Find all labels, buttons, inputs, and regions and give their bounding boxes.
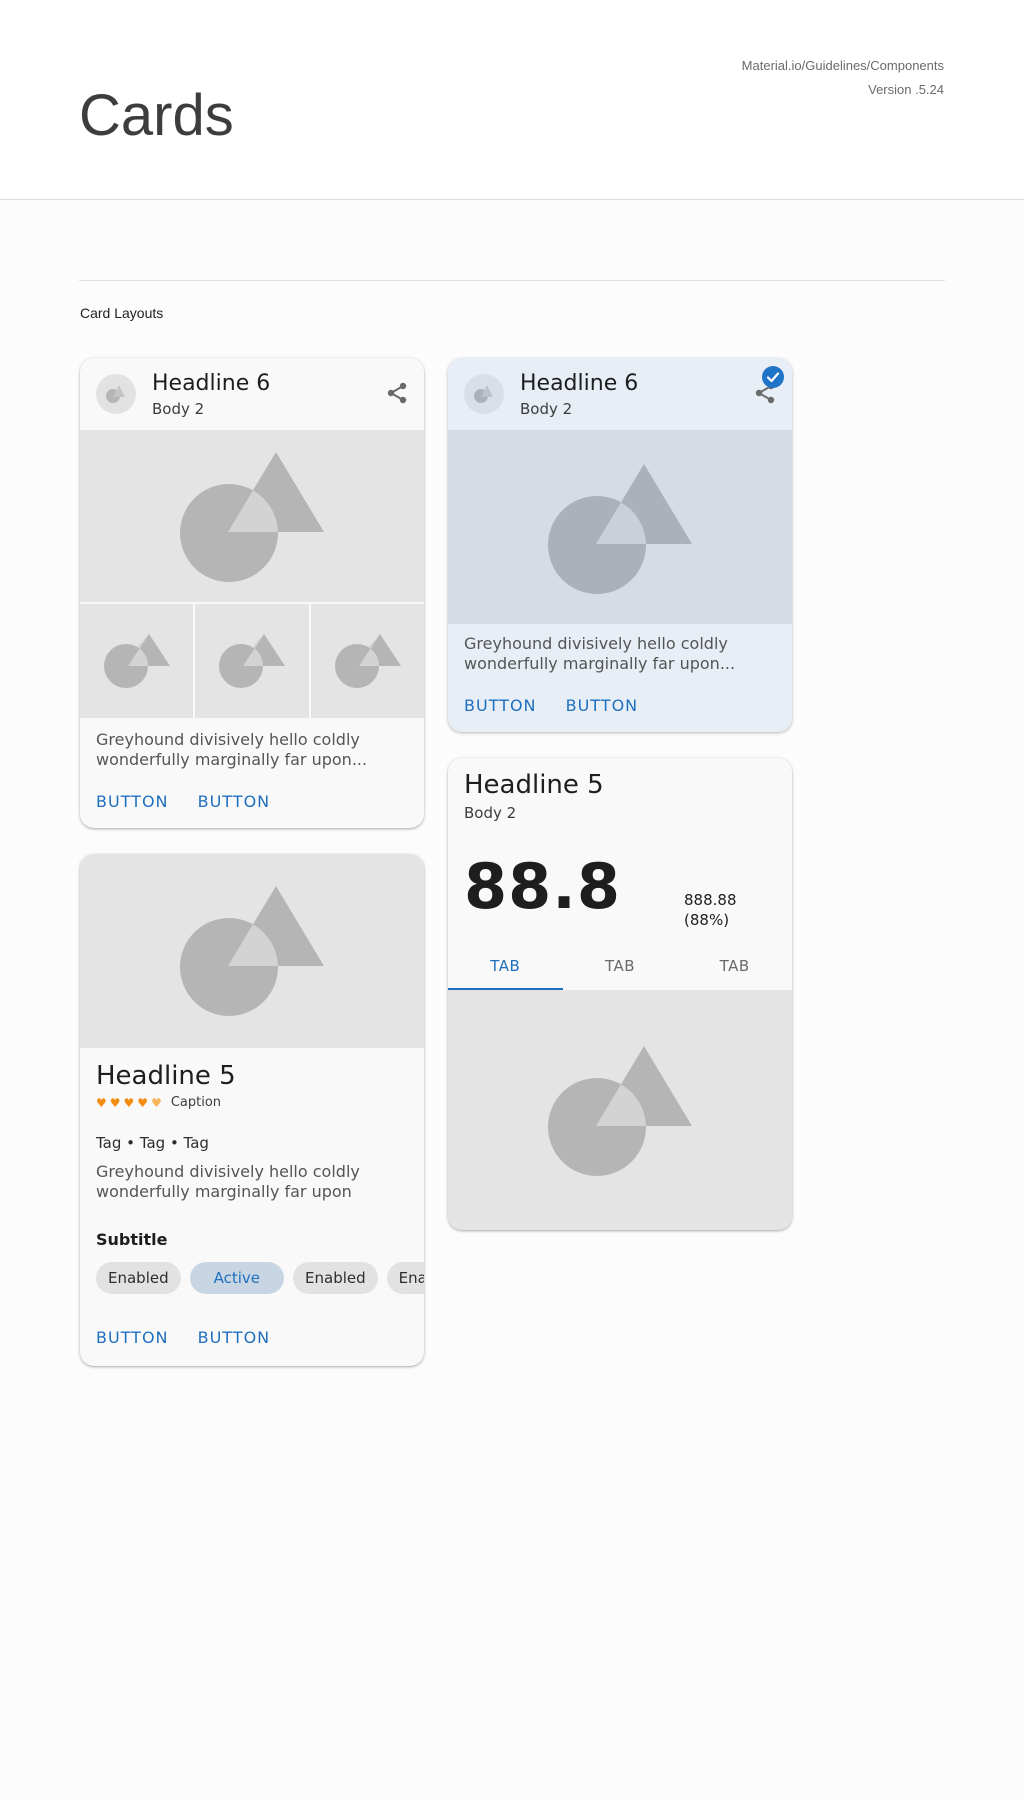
card-title: Headline 5	[96, 1061, 236, 1091]
shapes-placeholder-icon	[180, 886, 324, 1016]
card-subtitle: Body 2	[464, 804, 517, 822]
chip-enabled[interactable]: Enabled	[96, 1262, 181, 1294]
tab-1[interactable]: TAB	[448, 944, 563, 990]
card-actions: BUTTON BUTTON	[464, 696, 662, 715]
section-divider	[79, 280, 945, 281]
heart-icon: ♥	[96, 1095, 107, 1110]
card-title: Headline 6	[520, 371, 639, 396]
tag-list: Tag • Tag • Tag	[96, 1134, 209, 1152]
share-icon[interactable]	[384, 380, 410, 406]
card-media	[80, 430, 424, 602]
rating-caption: Caption	[170, 1095, 222, 1110]
version-label: Version .5.24	[868, 82, 944, 97]
card-action-button[interactable]: BUTTON	[198, 792, 271, 811]
gallery-card[interactable]: Headline 6 Body 2 Greyhound divisively h…	[80, 358, 424, 828]
card-subtitle: Body 2	[520, 400, 573, 418]
card-actions: BUTTON BUTTON	[96, 1328, 294, 1347]
card-header: Headline 6 Body 2	[448, 358, 792, 430]
card-action-button[interactable]: BUTTON	[198, 1328, 271, 1347]
breadcrumb[interactable]: Material.io/Guidelines/Components	[742, 54, 944, 78]
heart-icon: ♥	[109, 1095, 121, 1110]
chip-active[interactable]: Active	[189, 1262, 285, 1294]
card-media	[448, 430, 792, 624]
card-header: Headline 6 Body 2	[80, 358, 424, 430]
selected-card[interactable]: Headline 6 Body 2 Greyhound divisively h…	[448, 358, 792, 732]
tab-2[interactable]: TAB	[563, 944, 678, 990]
shapes-placeholder-icon	[219, 634, 286, 688]
page-header: Cards Material.io/Guidelines/Components …	[0, 0, 1024, 200]
heart-icon: ♥	[123, 1095, 135, 1110]
shapes-placeholder-icon	[334, 634, 401, 688]
card-body-text: Greyhound divisively hello coldly wonder…	[464, 634, 736, 673]
detail-card[interactable]: Headline 5 ♥ ♥ ♥ ♥ ♥ Caption Tag • Tag •…	[80, 854, 424, 1366]
check-circle-icon	[762, 366, 784, 388]
card-action-button[interactable]: BUTTON	[566, 696, 639, 715]
avatar-placeholder-icon	[464, 374, 504, 414]
card-action-button[interactable]: BUTTON	[464, 696, 537, 715]
big-number: 88.8	[464, 850, 621, 923]
tab-bar: TAB TAB TAB	[448, 944, 792, 990]
thumbnail[interactable]	[195, 604, 309, 718]
card-body-text: Greyhound divisively hello coldly wonder…	[96, 1162, 360, 1201]
heart-icon: ♥	[151, 1095, 162, 1110]
card-title: Headline 6	[152, 371, 271, 396]
card-action-button[interactable]: BUTTON	[96, 792, 169, 811]
card-title: Headline 5	[464, 770, 604, 800]
stats-card[interactable]: Headline 5 Body 2 88.8 888.88 (88%) TAB …	[448, 758, 792, 1230]
chip-enabled[interactable]: Enabled	[386, 1262, 424, 1294]
chip-enabled[interactable]: Enabled	[293, 1262, 378, 1294]
card-media	[448, 990, 792, 1230]
avatar-placeholder-icon	[96, 374, 136, 414]
card-media	[80, 854, 424, 1048]
thumbnail[interactable]	[80, 604, 194, 718]
card-actions: BUTTON BUTTON	[96, 792, 294, 811]
page-meta: Material.io/Guidelines/Components Versio…	[742, 54, 944, 102]
thumbnail[interactable]	[310, 604, 424, 718]
shapes-placeholder-icon	[548, 1046, 692, 1176]
stat-percent: (88%)	[684, 911, 730, 929]
stat-value: 888.88 (88%)	[684, 890, 737, 930]
page-title: Cards	[79, 83, 234, 148]
heart-icon: ♥	[137, 1095, 149, 1110]
shapes-placeholder-icon	[180, 452, 324, 582]
card-action-button[interactable]: BUTTON	[96, 1328, 169, 1347]
card-body-text: Greyhound divisively hello coldly wonder…	[96, 730, 368, 769]
stat-amount: 888.88	[684, 891, 737, 909]
thumbnail-strip	[80, 602, 424, 718]
rating: ♥ ♥ ♥ ♥ ♥ Caption	[96, 1095, 221, 1110]
card-subtitle: Body 2	[152, 400, 205, 418]
chip-group: Enabled Active Enabled Enabled	[96, 1262, 424, 1294]
tab-3[interactable]: TAB	[677, 944, 792, 990]
shapes-placeholder-icon	[104, 634, 170, 688]
card-subtitle: Subtitle	[96, 1230, 168, 1249]
shapes-placeholder-icon	[548, 464, 692, 594]
section-title: Card Layouts	[80, 305, 164, 321]
